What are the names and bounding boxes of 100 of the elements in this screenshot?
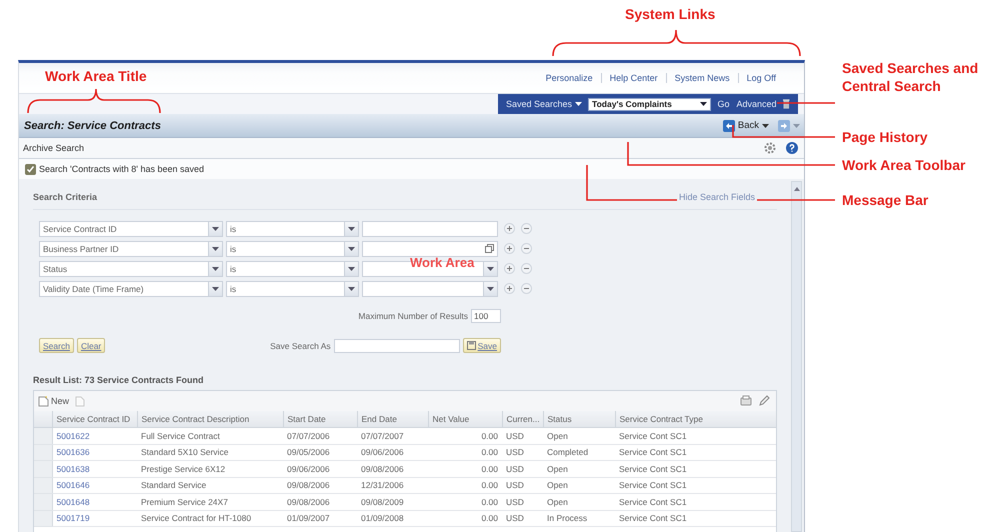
dropdown-field[interactable] xyxy=(362,280,498,296)
contract-id-link[interactable]: 5001636 xyxy=(52,444,137,460)
system-link[interactable]: Log Off xyxy=(738,73,784,83)
advanced-link[interactable]: Advanced xyxy=(735,98,778,110)
table-cell: Prestige Service 6X12 xyxy=(137,460,283,477)
column-header[interactable]: Service Contract Type xyxy=(615,411,776,428)
field-select[interactable]: Status xyxy=(39,260,223,276)
caret-icon xyxy=(212,266,219,270)
field-select[interactable]: Validity Date (Time Frame) xyxy=(39,280,223,296)
table-cell: 09/08/2006 xyxy=(283,477,357,494)
contract-id-link[interactable]: 5001622 xyxy=(52,428,137,444)
save-search-field[interactable] xyxy=(334,338,460,352)
column-header[interactable]: Status xyxy=(543,411,615,428)
table-cell: Completed xyxy=(543,444,615,460)
work-area-title: Search: Service Contracts xyxy=(24,120,161,132)
clear-button[interactable]: Clear xyxy=(76,338,106,353)
remove-icon[interactable] xyxy=(521,263,532,274)
trash-icon[interactable] xyxy=(783,99,790,109)
table-cell: Standard 5X10 Service xyxy=(137,444,283,460)
caret-icon xyxy=(793,124,800,128)
table-cell: 0.00 xyxy=(428,494,502,510)
new-button[interactable]: New xyxy=(38,396,70,406)
table-cell: 09/08/2009 xyxy=(357,494,428,510)
callout-label: Saved Searches and Central Search xyxy=(842,59,980,95)
help-icon[interactable] xyxy=(786,142,798,154)
settings-icon[interactable] xyxy=(764,142,776,154)
table-cell: 0.00 xyxy=(428,444,502,460)
callout-label: Work Area xyxy=(410,254,474,272)
save-button[interactable]: Save xyxy=(462,338,501,353)
add-icon[interactable] xyxy=(504,263,515,274)
field-select[interactable]: Service Contract ID xyxy=(39,220,223,236)
field-select[interactable]: Business Partner ID xyxy=(39,240,223,256)
save-icon xyxy=(466,341,476,350)
column-header[interactable]: Service Contract Description xyxy=(137,411,283,428)
operator-select[interactable]: is xyxy=(226,240,359,256)
new-document-icon xyxy=(38,396,49,406)
remove-icon[interactable] xyxy=(521,283,532,294)
input-field[interactable] xyxy=(362,220,498,236)
table-cell: 09/06/2006 xyxy=(357,444,428,460)
forward-arrow-icon[interactable] xyxy=(778,120,790,132)
operator-select[interactable]: is xyxy=(226,280,359,296)
max-results-label: Maximum Number of Results xyxy=(358,311,468,321)
back-arrow-icon[interactable] xyxy=(722,120,735,132)
toolbar-button[interactable]: Archive Search xyxy=(23,143,84,153)
column-header[interactable]: Net Value xyxy=(428,411,502,428)
table-cell: Service Cont SC1 xyxy=(615,494,776,510)
table-cell: 07/07/2006 xyxy=(283,428,357,444)
column-header[interactable]: Curren... xyxy=(502,411,543,428)
table-cell: 0.00 xyxy=(428,510,502,526)
add-icon[interactable] xyxy=(504,243,515,254)
search-button[interactable]: Search xyxy=(39,338,74,353)
caret-icon xyxy=(212,226,219,230)
remove-icon[interactable] xyxy=(521,223,532,234)
contract-id-link[interactable]: 5001648 xyxy=(52,494,137,510)
input-field[interactable] xyxy=(362,240,498,256)
scroll-bar[interactable] xyxy=(791,181,802,532)
caret-icon xyxy=(575,102,582,106)
column-header[interactable]: Start Date xyxy=(283,411,357,428)
save-search-label: Save Search As xyxy=(270,340,331,350)
caret-icon xyxy=(212,286,219,290)
table-cell: Open xyxy=(543,460,615,477)
operator-select[interactable]: is xyxy=(226,220,359,236)
contract-id-link[interactable]: 5001638 xyxy=(52,460,137,477)
table-cell: Service Cont SC1 xyxy=(615,460,776,477)
message-text: Search 'Contracts with 8' has been saved xyxy=(39,164,204,174)
saved-search-select[interactable]: Today's Complaints xyxy=(588,98,712,110)
table-cell: Premium Service 24X7 xyxy=(137,494,283,510)
lookup-icon[interactable] xyxy=(485,244,494,253)
max-results-field[interactable]: 100 xyxy=(471,309,501,323)
check-icon xyxy=(25,164,36,174)
print-icon[interactable] xyxy=(740,395,752,407)
callout-label: Work Area Toolbar xyxy=(842,156,966,174)
hide-search-fields-link[interactable]: Hide Search Fields xyxy=(676,192,757,202)
column-header[interactable]: Service Contract ID xyxy=(52,411,137,428)
add-icon[interactable] xyxy=(504,283,515,294)
table-cell: USD xyxy=(502,477,543,494)
callout-label: Page History xyxy=(842,128,928,146)
contract-id-link[interactable]: 5001646 xyxy=(52,477,137,494)
table-cell: Full Service Contract xyxy=(137,428,283,444)
contract-id-link[interactable]: 5001719 xyxy=(52,510,137,526)
column-header[interactable]: End Date xyxy=(357,411,428,428)
caret-icon xyxy=(348,286,355,290)
callout-label: Work Area Title xyxy=(45,67,147,85)
go-link[interactable]: Go xyxy=(717,99,730,109)
table-cell: 07/07/2007 xyxy=(357,428,428,444)
table-cell: USD xyxy=(502,444,543,460)
system-link[interactable]: System News xyxy=(666,73,738,83)
add-icon[interactable] xyxy=(504,223,515,234)
saved-searches-menu[interactable]: Saved Searches xyxy=(506,99,582,109)
table-cell: 12/31/2006 xyxy=(357,477,428,494)
table-cell: Open xyxy=(543,477,615,494)
operator-select[interactable]: is xyxy=(226,260,359,276)
pencil-icon[interactable] xyxy=(758,395,770,407)
system-link[interactable]: Personalize xyxy=(538,73,601,83)
remove-icon[interactable] xyxy=(521,243,532,254)
system-link[interactable]: Help Center xyxy=(600,73,666,83)
table-cell: Service Cont SC1 xyxy=(615,477,776,494)
back-button[interactable]: Back xyxy=(738,120,759,131)
table-cell: USD xyxy=(502,460,543,477)
table-cell: Service Cont SC1 xyxy=(615,510,776,526)
